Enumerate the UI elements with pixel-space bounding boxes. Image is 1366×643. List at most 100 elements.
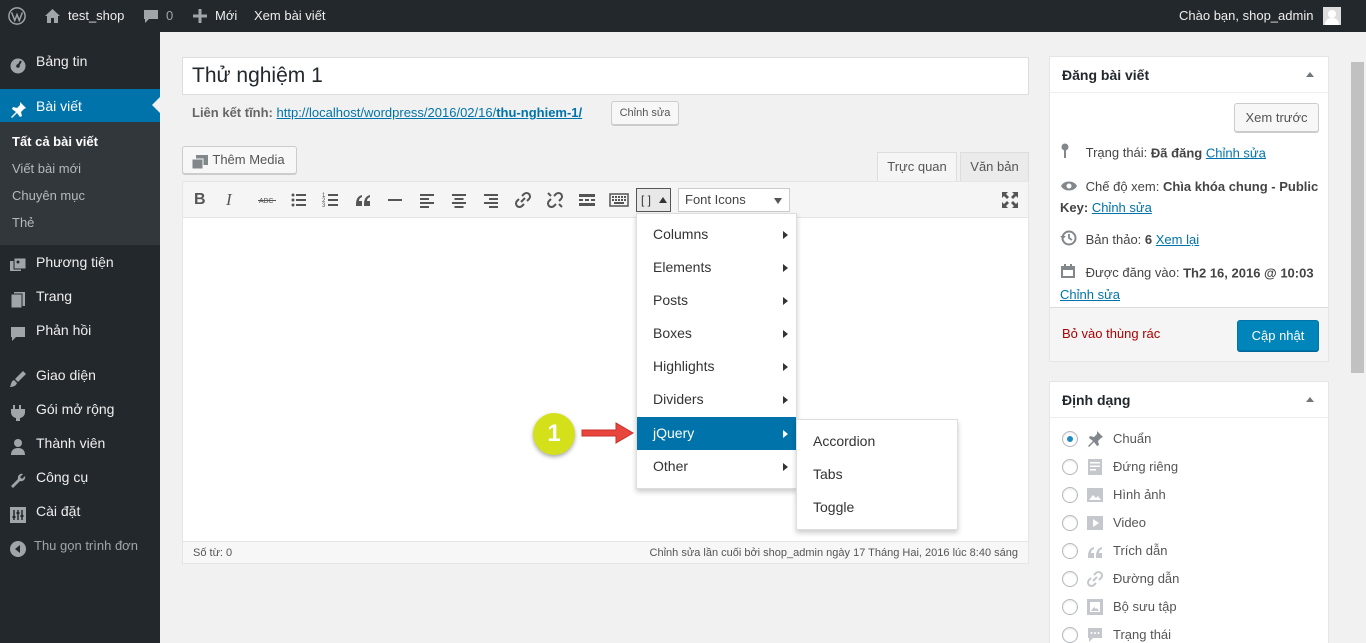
align-left-icon[interactable] <box>417 190 437 210</box>
plugins-icon <box>9 400 27 421</box>
menu-settings[interactable]: Cài đặt <box>0 494 160 528</box>
arrow-right-icon <box>580 421 635 448</box>
font-icons-select[interactable]: Font Icons <box>678 188 790 212</box>
edit-status-link[interactable]: Chỉnh sửa <box>1206 145 1266 160</box>
plus-icon[interactable] <box>193 9 207 23</box>
user-greeting[interactable]: Chào bạn, shop_admin <box>1179 0 1313 32</box>
submenu-item-tabs[interactable]: Tabs <box>813 458 843 491</box>
caret-up-icon[interactable] <box>1306 72 1314 77</box>
submenu-item-toggle[interactable]: Toggle <box>813 491 854 524</box>
bulleted-list-icon[interactable] <box>289 190 309 210</box>
edit-date-link[interactable]: Chỉnh sửa <box>1060 287 1120 302</box>
new-content-link[interactable]: Mới <box>215 0 237 32</box>
home-icon[interactable] <box>44 8 61 24</box>
dashboard-icon <box>9 52 27 74</box>
permalink-url[interactable]: http://localhost/wordpress/2016/02/16/th… <box>277 105 583 120</box>
italic-icon[interactable]: I <box>226 190 246 210</box>
submenu-categories[interactable]: Chuyên mục <box>12 184 85 208</box>
radio-button[interactable] <box>1062 431 1078 447</box>
post-title-input[interactable]: Thử nghiệm 1 <box>182 57 1029 95</box>
menu-item-columns[interactable]: Columns <box>637 218 796 251</box>
scrollbar-thumb[interactable] <box>1351 62 1364 373</box>
trash-link[interactable]: Bỏ vào thùng rác <box>1062 326 1160 341</box>
avatar[interactable] <box>1323 7 1341 25</box>
insert-link-icon[interactable] <box>513 190 533 210</box>
add-media-button[interactable]: Thêm Media <box>182 146 297 174</box>
chevron-right-icon <box>783 396 788 404</box>
menu-pages[interactable]: Trang <box>0 279 160 313</box>
align-right-icon[interactable] <box>481 190 501 210</box>
status-icon <box>1086 626 1104 643</box>
revisions-row: Bản thảo: 6 Xem lại <box>1060 229 1199 252</box>
menu-item-highlights[interactable]: Highlights <box>637 350 796 383</box>
menu-item-other[interactable]: Other <box>637 450 796 483</box>
quote-icon <box>1086 542 1104 560</box>
fullscreen-icon[interactable] <box>1000 190 1020 210</box>
menu-posts[interactable]: Bài viết <box>0 89 160 123</box>
tab-text[interactable]: Văn bản <box>960 152 1029 182</box>
shortcode-menu-button[interactable]: [ ] <box>636 188 671 212</box>
menu-item-jquery[interactable]: jQuery <box>637 417 796 450</box>
toolbar-toggle-icon[interactable] <box>609 190 629 210</box>
radio-button[interactable] <box>1062 515 1078 531</box>
comments-icon[interactable] <box>143 9 159 23</box>
submenu-tags[interactable]: Thẻ <box>12 211 34 235</box>
aside-icon <box>1086 458 1104 476</box>
shortcode-dropdown-menu: Columns Elements Posts Boxes Highlights … <box>636 213 797 489</box>
menu-plugins[interactable]: Gói mở rộng <box>0 392 160 426</box>
update-button[interactable]: Cập nhật <box>1237 320 1319 351</box>
radio-button[interactable] <box>1062 627 1078 643</box>
comments-icon <box>9 321 27 341</box>
horizontal-line-icon[interactable] <box>385 190 405 210</box>
menu-tools[interactable]: Công cụ <box>0 460 160 494</box>
radio-button[interactable] <box>1062 571 1078 587</box>
add-media-icon <box>191 153 208 179</box>
format-box-title[interactable]: Định dạng <box>1050 382 1328 418</box>
submenu-item-accordion[interactable]: Accordion <box>813 425 875 458</box>
align-center-icon[interactable] <box>449 190 469 210</box>
editor-status-bar: Số từ: 0 Chỉnh sửa lần cuối bởi shop_adm… <box>183 541 1028 563</box>
menu-item-posts[interactable]: Posts <box>637 284 796 317</box>
format-box: Định dạng Chuẩn Đứng riêng Hình ảnh Vide… <box>1049 381 1329 643</box>
menu-comments[interactable]: Phản hồi <box>0 313 160 347</box>
radio-button[interactable] <box>1062 543 1078 559</box>
menu-users[interactable]: Thành viên <box>0 426 160 460</box>
edit-visibility-link[interactable]: Chỉnh sửa <box>1092 200 1152 215</box>
collapse-menu-button[interactable]: Thu gọn trình đơn <box>0 529 160 563</box>
wordpress-logo-icon[interactable] <box>8 7 26 25</box>
menu-item-dividers[interactable]: Dividers <box>637 383 796 416</box>
publish-box-title[interactable]: Đăng bài viết <box>1050 57 1328 93</box>
publish-actions: Bỏ vào thùng rác Cập nhật <box>1050 307 1328 361</box>
posts-submenu: Tất cả bài viết Viết bài mới Chuyên mục … <box>0 122 160 245</box>
read-more-icon[interactable] <box>577 190 597 210</box>
view-post-link[interactable]: Xem bài viết <box>254 0 326 32</box>
preview-button[interactable]: Xem trước <box>1234 103 1319 132</box>
numbered-list-icon[interactable]: 123 <box>321 190 341 210</box>
unlink-icon[interactable] <box>545 190 565 210</box>
bold-icon[interactable]: B <box>194 190 214 210</box>
edit-slug-button[interactable]: Chỉnh sửa <box>611 101 679 125</box>
radio-button[interactable] <box>1062 487 1078 503</box>
menu-media[interactable]: Phương tiện <box>0 245 160 279</box>
submenu-all-posts[interactable]: Tất cả bài viết <box>12 130 98 154</box>
comments-count[interactable]: 0 <box>166 0 173 32</box>
radio-button[interactable] <box>1062 459 1078 475</box>
chevron-right-icon <box>783 430 788 438</box>
radio-button[interactable] <box>1062 599 1078 615</box>
image-icon <box>1086 486 1104 504</box>
calendar-icon <box>1060 263 1078 285</box>
menu-dashboard[interactable]: Bảng tin <box>0 44 160 78</box>
tab-visual[interactable]: Trực quan <box>877 152 957 182</box>
site-name-link[interactable]: test_shop <box>68 0 124 32</box>
strikethrough-icon[interactable]: ABC <box>257 190 277 210</box>
caret-up-icon[interactable] <box>1306 397 1314 402</box>
page-scrollbar[interactable] <box>1349 32 1366 643</box>
submenu-add-new[interactable]: Viết bài mới <box>12 157 81 181</box>
browse-revisions-link[interactable]: Xem lại <box>1156 232 1199 247</box>
menu-item-elements[interactable]: Elements <box>637 251 796 284</box>
status-row: Trạng thái: Đã đăng Chỉnh sửa <box>1060 143 1266 165</box>
tools-icon <box>9 468 27 488</box>
menu-appearance[interactable]: Giao diện <box>0 358 160 392</box>
blockquote-icon[interactable] <box>353 190 373 210</box>
menu-item-boxes[interactable]: Boxes <box>637 317 796 350</box>
